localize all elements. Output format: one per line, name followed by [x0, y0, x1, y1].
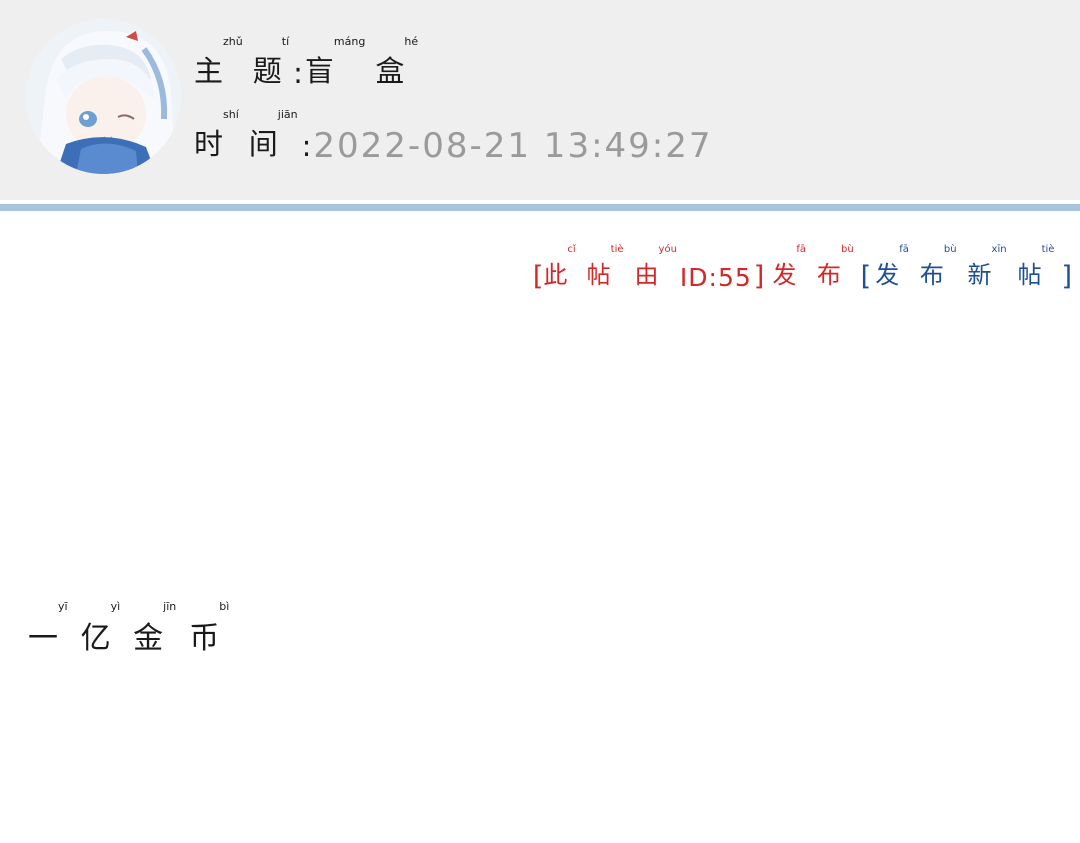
open-bracket: [	[532, 261, 544, 292]
header-divider	[0, 204, 1080, 211]
avatar-image	[26, 19, 181, 174]
topic-colon: :	[293, 56, 303, 90]
ruby-char: 盲máng	[304, 35, 366, 88]
post-header: 主zhǔ题tí : 盲máng盒hé 时shí间jiān : 2022-08-2…	[0, 0, 1080, 200]
topic-value: 盲máng盒hé	[305, 36, 428, 90]
ruby-char: 由yóu	[634, 244, 677, 290]
close-bracket: ]	[753, 261, 765, 292]
close-bracket: ]	[1061, 261, 1072, 292]
author-id: ID:55	[679, 263, 752, 292]
ruby-char: 题tí	[252, 35, 290, 88]
ruby-char: 布bù	[816, 244, 854, 290]
ruby-char: 主zhǔ	[194, 35, 243, 88]
ruby-char: 盒hé	[375, 35, 419, 88]
ruby-char: 发fā	[875, 244, 909, 290]
ruby-char: 金jīn	[133, 600, 177, 656]
post-timestamp: 2022-08-21 13:49:27	[313, 126, 713, 166]
open-bracket: [	[860, 261, 872, 292]
post-author-info: [ 此cǐ 帖tiè 由yóu ID:55 ] 发fā 布bù [ 发fā 布bù 新xī…	[532, 244, 1072, 292]
time-label: 时shí间jiān	[194, 109, 308, 163]
ruby-char: 帖tiè	[586, 244, 624, 290]
time-row: 时shí间jiān : 2022-08-21 13:49:27	[194, 109, 713, 163]
ruby-char: 发fā	[772, 244, 806, 290]
new-post-link[interactable]: [ 发fā 布bù 新xīn 帖tiè ]	[861, 244, 1072, 292]
avatar[interactable]	[26, 19, 181, 174]
ruby-char: 亿yì	[80, 600, 121, 656]
ruby-char: 时shí	[194, 108, 239, 161]
ruby-char: 帖tiè	[1017, 244, 1055, 290]
post-content: 一yī 亿yì 金jīn 币bì	[28, 601, 242, 657]
ruby-char: 布bù	[919, 244, 957, 290]
ruby-char: 新xīn	[967, 244, 1007, 290]
ruby-char: 此cǐ	[543, 244, 576, 290]
ruby-char: 一yī	[28, 600, 68, 656]
time-colon: :	[301, 129, 312, 163]
topic-row: 主zhǔ题tí : 盲máng盒hé	[194, 36, 428, 90]
ruby-char: 间jiān	[248, 108, 298, 161]
ruby-char: 币bì	[189, 600, 230, 656]
topic-label: 主zhǔ题tí	[194, 36, 299, 90]
